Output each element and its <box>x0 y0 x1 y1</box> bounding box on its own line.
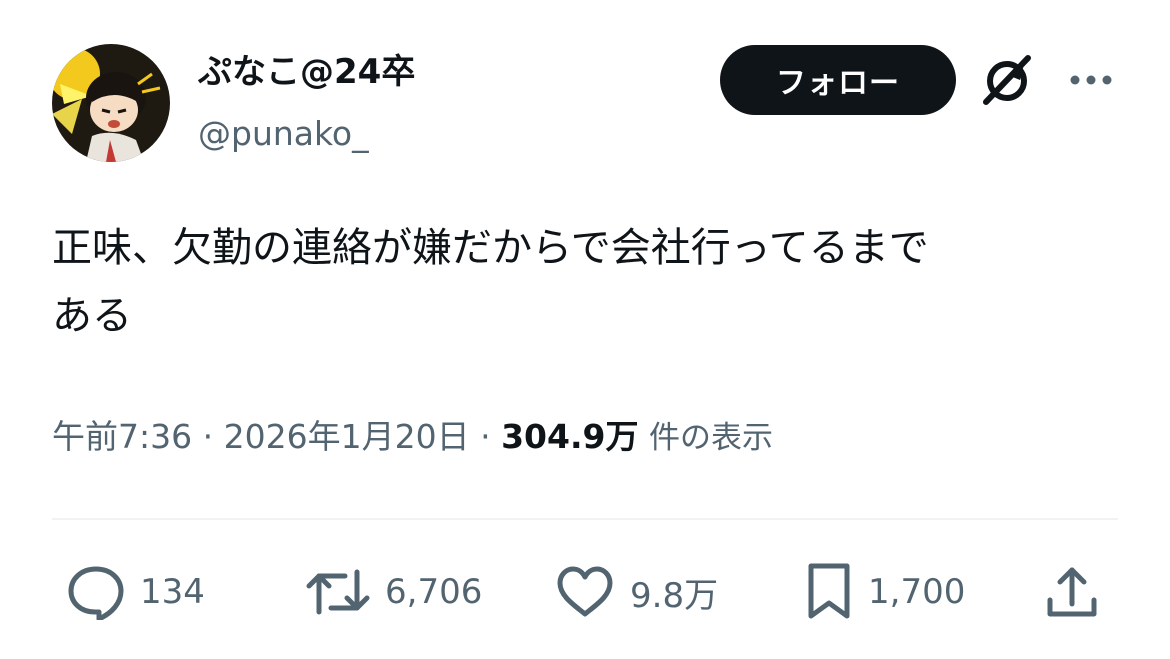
display-name[interactable]: ぷなこ@24卒 <box>198 52 415 92</box>
avatar[interactable] <box>52 44 170 162</box>
avatar-image <box>52 44 170 162</box>
reply-bubble-icon <box>68 566 124 620</box>
like-button[interactable]: 9.8万 <box>554 560 718 624</box>
like-count: 9.8万 <box>630 575 719 616</box>
heart-icon <box>557 566 613 617</box>
grok-icon[interactable] <box>980 54 1034 108</box>
meta-separator: · <box>480 417 491 456</box>
reply-count: 134 <box>140 572 205 612</box>
repost-button[interactable]: 6,706 <box>305 560 482 624</box>
tweet-time[interactable]: 午前7:36 <box>52 417 192 456</box>
divider <box>52 518 1118 520</box>
tweet-date[interactable]: 2026年1月20日 <box>224 417 470 456</box>
tweet-text: 正味、欠勤の連絡が嫌だからで会社行ってるまで ある <box>52 214 1132 350</box>
share-button[interactable] <box>1044 560 1100 624</box>
bookmark-count: 1,700 <box>868 572 966 612</box>
meta-separator: · <box>202 417 214 456</box>
more-dots-icon[interactable] <box>1068 66 1114 94</box>
tweet-text-line-1: 正味、欠勤の連絡が嫌だからで会社行ってるまで <box>52 225 929 271</box>
bookmark-icon <box>808 563 850 619</box>
tweet-text-line-2: ある <box>52 293 132 339</box>
repost-arrows-icon <box>306 569 370 615</box>
reply-button[interactable]: 134 <box>66 560 205 624</box>
repost-count: 6,706 <box>385 572 483 612</box>
views-label: 件の表示 <box>648 420 773 456</box>
share-upload-icon <box>1047 567 1097 617</box>
bookmark-button[interactable]: 1,700 <box>804 560 965 624</box>
user-handle[interactable]: @punako_ <box>198 114 369 154</box>
views-count[interactable]: 304.9万 <box>501 417 638 456</box>
tweet-meta: 午前7:36 · 2026年1月20日 · 304.9万 件の表示 <box>52 412 773 463</box>
follow-button[interactable]: フォロー <box>720 45 956 115</box>
